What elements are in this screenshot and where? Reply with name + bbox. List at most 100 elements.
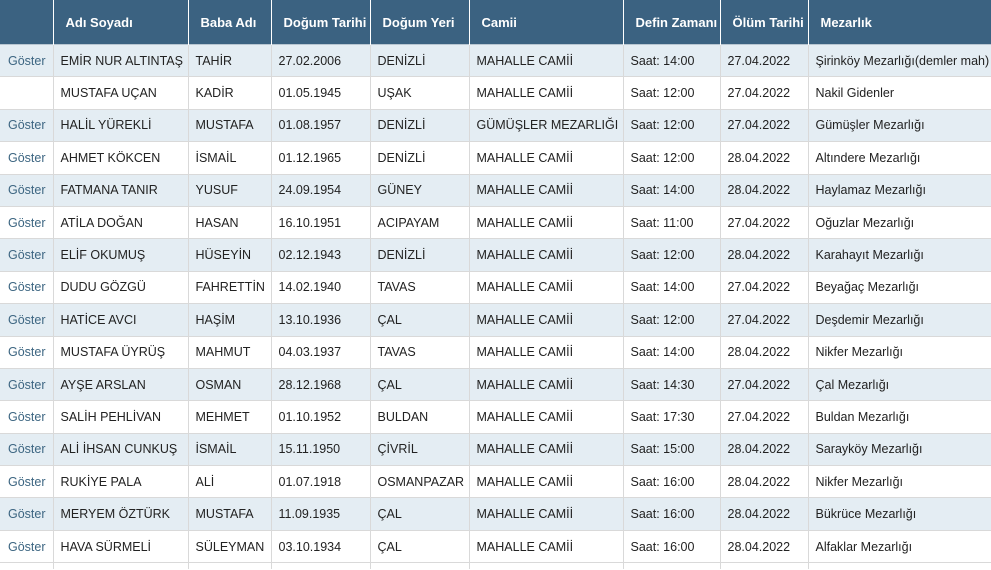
cell-mosque: MAHALLE CAMİİ <box>469 465 624 499</box>
cell-birth-place: UŞAK <box>370 76 470 110</box>
header-burial-time[interactable]: Defin Zamanı <box>623 0 721 45</box>
header-cemetery[interactable]: Mezarlık <box>808 0 991 45</box>
show-link[interactable]: Göster <box>0 497 54 531</box>
cell-father-name: HAŞİM <box>188 303 272 337</box>
cell-mosque: MAHALLE CAMİİ <box>469 433 624 467</box>
empty-cell <box>0 562 54 570</box>
cell-birth-place: ÇAL <box>370 497 470 531</box>
cell-birth-date: 01.07.1918 <box>271 465 371 499</box>
show-link <box>0 76 54 110</box>
header-death-date[interactable]: Ölüm Tarihi <box>720 0 809 45</box>
show-link[interactable]: Göster <box>0 109 54 143</box>
header-birth-place[interactable]: Doğum Yeri <box>370 0 470 45</box>
cell-birth-date: 01.12.1965 <box>271 141 371 175</box>
empty-cell <box>370 562 470 570</box>
cell-cemetery: Çal Mezarlığı <box>808 368 991 402</box>
cell-burial-time: Saat: 12:00 <box>623 109 721 143</box>
show-link[interactable]: Göster <box>0 43 54 78</box>
table-row: Göster ATİLA DOĞAN HASAN 16.10.1951 ACIPAYAM… <box>0 206 991 240</box>
show-link[interactable]: Göster <box>0 141 54 175</box>
table-row: Göster EMİR NUR ALTINTAŞ TAHİR 27.02.2006 DE… <box>0 43 991 78</box>
show-link[interactable]: Göster <box>0 433 54 467</box>
table-row: Göster FATMANA TANIR YUSUF 24.09.1954 GÜNEY M… <box>0 174 991 207</box>
show-link[interactable]: Göster <box>0 303 54 337</box>
cell-burial-time: Saat: 16:00 <box>623 530 721 564</box>
cell-cemetery: Oğuzlar Mezarlığı <box>808 206 991 240</box>
cell-mosque: MAHALLE CAMİİ <box>469 336 624 369</box>
cell-cemetery: Alfaklar Mezarlığı <box>808 530 991 564</box>
table-header-row: Adı Soyadı Baba Adı Doğum Tarihi Doğum Y… <box>0 0 991 45</box>
cell-death-date: 27.04.2022 <box>720 271 809 305</box>
table-row: Göster HAVA SÜRMELİ SÜLEYMAN 03.10.1934 ÇAL M… <box>0 530 991 564</box>
cell-cemetery: Nakil Gidenler <box>808 76 991 110</box>
cell-birth-place: ÇAL <box>370 303 470 337</box>
cell-name: HAVA SÜRMELİ <box>53 530 189 564</box>
cell-birth-place: DENİZLİ <box>370 43 470 78</box>
cell-birth-place: OSMANPAZAR <box>370 465 470 499</box>
header-mosque[interactable]: Camii <box>469 0 624 45</box>
cell-birth-place: TAVAS <box>370 271 470 305</box>
show-link[interactable]: Göster <box>0 368 54 402</box>
cell-name: RUKİYE PALA <box>53 465 189 499</box>
cell-father-name: İSMAİL <box>188 433 272 467</box>
cell-death-date: 28.04.2022 <box>720 336 809 369</box>
cell-name: ELİF OKUMUŞ <box>53 238 189 272</box>
cell-death-date: 28.04.2022 <box>720 497 809 531</box>
cell-mosque: MAHALLE CAMİİ <box>469 530 624 564</box>
cell-mosque: MAHALLE CAMİİ <box>469 271 624 305</box>
cell-name: DUDU GÖZGÜ <box>53 271 189 305</box>
cell-birth-date: 02.12.1943 <box>271 238 371 272</box>
cell-burial-time: Saat: 14:00 <box>623 271 721 305</box>
cell-birth-date: 01.08.1957 <box>271 109 371 143</box>
cell-cemetery: Karahayıt Mezarlığı <box>808 238 991 272</box>
cell-name: MERYEM ÖZTÜRK <box>53 497 189 531</box>
cell-birth-date: 14.02.1940 <box>271 271 371 305</box>
cell-birth-place: DENİZLİ <box>370 141 470 175</box>
header-name[interactable]: Adı Soyadı <box>53 0 189 45</box>
cell-birth-date: 16.10.1951 <box>271 206 371 240</box>
cell-death-date: 28.04.2022 <box>720 238 809 272</box>
show-link[interactable]: Göster <box>0 174 54 207</box>
cell-birth-date: 04.03.1937 <box>271 336 371 369</box>
cell-death-date: 28.04.2022 <box>720 141 809 175</box>
cell-mosque: MAHALLE CAMİİ <box>469 303 624 337</box>
cell-birth-date: 01.05.1945 <box>271 76 371 110</box>
table-row: Göster MUSTAFA ÜYRÜŞ MAHMUT 04.03.1937 TAVAS… <box>0 336 991 369</box>
header-father[interactable]: Baba Adı <box>188 0 272 45</box>
cell-birth-place: TAVAS <box>370 336 470 369</box>
cell-death-date: 28.04.2022 <box>720 174 809 207</box>
empty-cell <box>53 562 189 570</box>
show-link[interactable]: Göster <box>0 206 54 240</box>
show-link[interactable]: Göster <box>0 271 54 305</box>
burial-records-table: Adı Soyadı Baba Adı Doğum Tarihi Doğum Y… <box>0 0 991 570</box>
header-birth-date[interactable]: Doğum Tarihi <box>271 0 371 45</box>
cell-father-name: İSMAİL <box>188 141 272 175</box>
cell-death-date: 27.04.2022 <box>720 76 809 110</box>
show-link[interactable]: Göster <box>0 336 54 369</box>
show-link[interactable]: Göster <box>0 530 54 564</box>
cell-birth-date: 28.12.1968 <box>271 368 371 402</box>
cell-death-date: 27.04.2022 <box>720 206 809 240</box>
cell-father-name: FAHRETTİN <box>188 271 272 305</box>
cell-mosque: MAHALLE CAMİİ <box>469 497 624 531</box>
cell-birth-place: BULDAN <box>370 400 470 434</box>
cell-father-name: HÜSEYİN <box>188 238 272 272</box>
cell-birth-place: ACIPAYAM <box>370 206 470 240</box>
show-link[interactable]: Göster <box>0 400 54 434</box>
cell-name: MUSTAFA ÜYRÜŞ <box>53 336 189 369</box>
cell-burial-time: Saat: 16:00 <box>623 465 721 499</box>
empty-cell <box>271 562 371 570</box>
cell-father-name: ALİ <box>188 465 272 499</box>
header-action <box>0 0 54 45</box>
cell-cemetery: Sarayköy Mezarlığı <box>808 433 991 467</box>
cell-father-name: OSMAN <box>188 368 272 402</box>
cell-burial-time: Saat: 14:30 <box>623 368 721 402</box>
cell-name: SALİH PEHLİVAN <box>53 400 189 434</box>
cell-cemetery: Haylamaz Mezarlığı <box>808 174 991 207</box>
table-row: Göster ALİ İHSAN CUNKUŞ İSMAİL 15.11.1950 Çİ… <box>0 433 991 467</box>
cell-name: HALİL YÜREKLİ <box>53 109 189 143</box>
cell-burial-time: Saat: 12:00 <box>623 141 721 175</box>
show-link[interactable]: Göster <box>0 238 54 272</box>
table-row: Göster DUDU GÖZGÜ FAHRETTİN 14.02.1940 TAVAS… <box>0 271 991 305</box>
show-link[interactable]: Göster <box>0 465 54 499</box>
